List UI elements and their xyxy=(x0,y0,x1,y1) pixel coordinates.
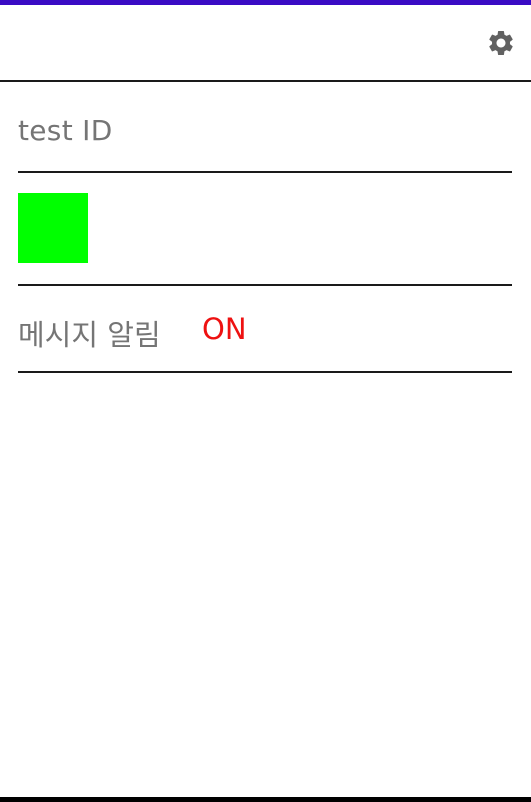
bottom-bar-strip xyxy=(0,797,531,802)
settings-button[interactable] xyxy=(485,27,517,59)
id-row: test ID xyxy=(18,84,512,173)
color-swatch[interactable] xyxy=(18,193,88,263)
user-id-label: test ID xyxy=(18,114,113,147)
app-bar xyxy=(0,5,531,82)
color-row xyxy=(18,173,512,286)
notification-status[interactable]: ON xyxy=(202,312,247,346)
notification-label: 메시지 알림 xyxy=(18,318,161,352)
gear-icon xyxy=(489,30,513,55)
notification-row[interactable]: 메시지 알림 ON xyxy=(18,286,512,373)
